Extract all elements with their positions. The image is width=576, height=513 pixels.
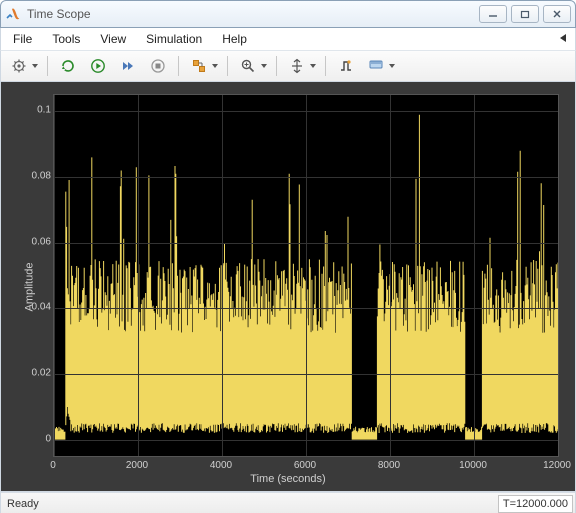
autoscale-button[interactable] — [283, 54, 319, 78]
minimize-button[interactable] — [479, 5, 507, 23]
toolbar-separator — [276, 56, 277, 76]
x-tick-label: 6000 — [294, 460, 316, 471]
plot-panel: Amplitude Time (seconds) 00.020.040.060.… — [0, 82, 576, 492]
maximize-button[interactable] — [511, 5, 539, 23]
x-tick-label: 0 — [50, 460, 56, 471]
x-tick-label: 10000 — [459, 460, 487, 471]
window-title: Time Scope — [27, 7, 91, 21]
dock-button[interactable] — [557, 31, 571, 45]
gridline — [138, 95, 139, 456]
y-tick-label: 0.02 — [19, 367, 51, 378]
autoscale-icon — [289, 58, 305, 74]
toolbar-separator — [325, 56, 326, 76]
gridline — [474, 95, 475, 456]
triggers-button[interactable] — [332, 54, 360, 78]
statusbar: Ready T=12000.000 — [0, 492, 576, 513]
ruler-icon — [368, 58, 384, 74]
toolbar-separator — [227, 56, 228, 76]
gridline — [390, 95, 391, 456]
toolbar-separator — [47, 56, 48, 76]
plot-axes[interactable] — [53, 94, 559, 457]
y-tick-label: 0 — [19, 433, 51, 444]
gridline — [306, 95, 307, 456]
status-time: T=12000.000 — [498, 495, 573, 513]
x-tick-label: 2000 — [126, 460, 148, 471]
highlight-button[interactable] — [185, 54, 221, 78]
play-icon — [90, 58, 106, 74]
stop-icon — [150, 58, 166, 74]
y-tick-label: 0.08 — [19, 171, 51, 182]
menu-file[interactable]: File — [3, 30, 42, 48]
gridline — [222, 95, 223, 456]
toolbar-separator — [178, 56, 179, 76]
measurements-button[interactable] — [362, 54, 398, 78]
menu-view[interactable]: View — [90, 30, 136, 48]
x-tick-label: 4000 — [210, 460, 232, 471]
gear-icon — [11, 58, 27, 74]
restart-icon — [60, 58, 76, 74]
x-tick-label: 8000 — [378, 460, 400, 471]
close-button[interactable] — [543, 5, 571, 23]
trigger-icon — [338, 58, 354, 74]
restart-button[interactable] — [54, 54, 82, 78]
gridline — [558, 95, 559, 456]
run-button[interactable] — [84, 54, 112, 78]
gridline — [54, 95, 55, 456]
zoom-icon — [240, 58, 256, 74]
menubar: File Tools View Simulation Help — [0, 28, 576, 50]
menu-simulation[interactable]: Simulation — [136, 30, 212, 48]
y-tick-label: 0.1 — [19, 105, 51, 116]
step-icon — [120, 58, 136, 74]
step-forward-button[interactable] — [114, 54, 142, 78]
x-axis-label: Time (seconds) — [1, 473, 575, 485]
block-icon — [191, 58, 207, 74]
x-tick-label: 12000 — [543, 460, 571, 471]
configuration-button[interactable] — [5, 54, 41, 78]
toolbar — [0, 50, 576, 82]
menu-help[interactable]: Help — [212, 30, 257, 48]
y-tick-label: 0.06 — [19, 236, 51, 247]
status-text: Ready — [3, 498, 39, 510]
window-titlebar: Time Scope — [0, 0, 576, 28]
stop-button[interactable] — [144, 54, 172, 78]
y-tick-label: 0.04 — [19, 302, 51, 313]
menu-tools[interactable]: Tools — [42, 30, 90, 48]
matlab-icon — [5, 6, 21, 22]
zoom-button[interactable] — [234, 54, 270, 78]
